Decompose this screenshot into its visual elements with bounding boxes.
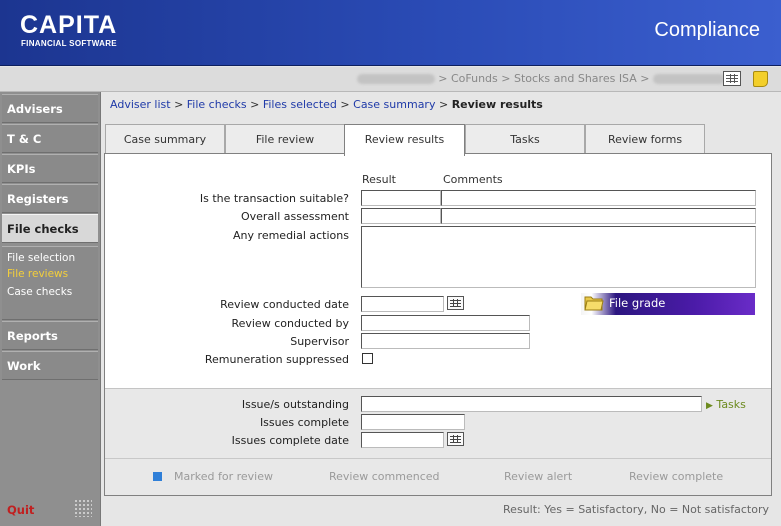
sidebar-item-work[interactable]: Work xyxy=(2,351,98,380)
comments-column-header: Comments xyxy=(443,173,503,186)
result-key-note: Result: Yes = Satisfactory, No = Not sat… xyxy=(503,503,769,516)
remuneration-checkbox[interactable] xyxy=(362,353,373,364)
sidebar-item-reports[interactable]: Reports xyxy=(2,321,98,350)
breadcrumb-files-selected[interactable]: Files selected xyxy=(263,98,337,111)
suitable-comments-field[interactable] xyxy=(441,190,756,206)
sidebar-subitem-file-selection[interactable]: File selection xyxy=(7,252,75,264)
review-by-label: Review conducted by xyxy=(231,317,349,330)
result-column-header: Result xyxy=(362,173,396,186)
notes-icon[interactable] xyxy=(753,71,768,87)
suitable-label: Is the transaction suitable? xyxy=(199,192,349,205)
tab-review-results[interactable]: Review results xyxy=(344,124,465,156)
sidebar-item-file-checks[interactable]: File checks xyxy=(2,214,98,243)
calendar-icon[interactable] xyxy=(447,432,464,446)
file-checks-submenu: File selection File reviews Case checks xyxy=(2,246,98,320)
supervisor-field[interactable] xyxy=(361,333,530,349)
tasks-link[interactable]: ▶ Tasks xyxy=(706,398,746,411)
module-title: Compliance xyxy=(654,19,760,41)
context-bar: > CoFunds > Stocks and Shares ISA > xyxy=(0,67,781,92)
tab-file-review[interactable]: File review xyxy=(225,124,345,155)
tab-case-summary[interactable]: Case summary xyxy=(105,124,225,155)
marked-for-review-marker xyxy=(153,472,162,481)
issues-complete-label: Issues complete xyxy=(259,416,349,429)
tasks-link-label: Tasks xyxy=(716,398,746,411)
overall-assessment-label: Overall assessment xyxy=(240,210,349,223)
legend-marked-for-review: Marked for review xyxy=(174,470,273,483)
supervisor-label: Supervisor xyxy=(290,335,349,348)
grid-view-icon[interactable] xyxy=(723,71,741,86)
remuneration-label: Remuneration suppressed xyxy=(204,353,349,366)
remedial-actions-label: Any remedial actions xyxy=(233,229,349,242)
sidebar-item-kpis[interactable]: KPIs xyxy=(2,154,98,183)
folder-icon xyxy=(584,296,604,311)
app-header: CAPITA FINANCIAL SOFTWARE Compliance xyxy=(0,0,781,66)
tab-tasks[interactable]: Tasks xyxy=(465,124,585,155)
review-by-field[interactable] xyxy=(361,315,530,331)
file-grade-bar[interactable]: File grade xyxy=(581,293,755,315)
overall-result-field[interactable] xyxy=(361,208,441,224)
quit-button[interactable]: Quit xyxy=(7,503,34,517)
review-date-label: Review conducted date xyxy=(220,298,349,311)
play-arrow-icon: ▶ xyxy=(706,401,713,411)
sidebar-item-t-and-c[interactable]: T & C xyxy=(2,124,98,153)
legend-review-complete: Review complete xyxy=(629,470,724,483)
breadcrumb-file-checks[interactable]: File checks xyxy=(187,98,247,111)
suitable-result-field[interactable] xyxy=(361,190,441,206)
context-provider: CoFunds xyxy=(450,72,498,85)
sidebar-item-registers[interactable]: Registers xyxy=(2,184,98,213)
remedial-actions-textarea[interactable] xyxy=(361,226,756,288)
calendar-icon[interactable] xyxy=(447,296,464,310)
redacted-client-name xyxy=(356,74,435,84)
redacted-policy-number xyxy=(653,74,725,84)
sidebar-item-advisers[interactable]: Advisers xyxy=(2,94,98,123)
breadcrumb-current: Review results xyxy=(451,98,543,111)
file-grade-label: File grade xyxy=(609,296,666,310)
legend-review-alert: Review alert xyxy=(504,470,573,483)
logo-subtitle: FINANCIAL SOFTWARE xyxy=(21,39,117,48)
overall-comments-field[interactable] xyxy=(441,208,756,224)
issues-complete-date-label: Issues complete date xyxy=(231,434,349,447)
grip-icon xyxy=(74,499,92,517)
issues-complete-date-field[interactable] xyxy=(361,432,444,448)
context-path: > CoFunds > Stocks and Shares ISA > xyxy=(356,72,725,85)
breadcrumb-case-summary[interactable]: Case summary xyxy=(353,98,435,111)
issues-outstanding-field[interactable] xyxy=(361,396,702,412)
sidebar-subitem-file-reviews[interactable]: File reviews xyxy=(7,268,68,280)
capita-logo: CAPITA xyxy=(20,11,118,39)
tab-review-forms[interactable]: Review forms xyxy=(585,124,705,155)
context-product: Stocks and Shares ISA xyxy=(513,72,637,85)
issues-outstanding-label: Issue/s outstanding xyxy=(241,398,349,411)
legend-review-commenced: Review commenced xyxy=(329,470,440,483)
issues-complete-field[interactable] xyxy=(361,414,465,430)
breadcrumb-adviser-list[interactable]: Adviser list xyxy=(110,98,171,111)
review-date-field[interactable] xyxy=(361,296,444,312)
sidebar-subitem-case-checks[interactable]: Case checks xyxy=(7,286,72,298)
file-grade-value xyxy=(631,333,714,348)
breadcrumb: Adviser list > File checks > Files selec… xyxy=(110,98,543,111)
